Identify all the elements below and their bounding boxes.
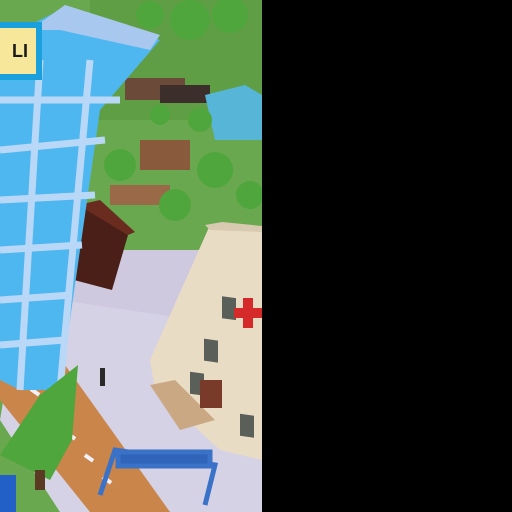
hud-badge[interactable]: LI	[0, 22, 42, 80]
letterbox-area	[262, 0, 512, 512]
distant-building-3	[140, 140, 190, 170]
hospital-door	[200, 380, 222, 408]
hud-badge-panel: LI	[0, 28, 36, 74]
hud-badge-label: LI	[12, 40, 28, 61]
pine-trunk	[35, 470, 45, 490]
distant-building-blue	[205, 85, 262, 140]
game-viewport[interactable]: LI	[0, 0, 512, 512]
pedestrian	[100, 368, 105, 386]
distant-building-2	[160, 85, 210, 103]
game-canvas[interactable]: LI	[0, 0, 262, 512]
bottom-blue-object	[0, 475, 16, 512]
